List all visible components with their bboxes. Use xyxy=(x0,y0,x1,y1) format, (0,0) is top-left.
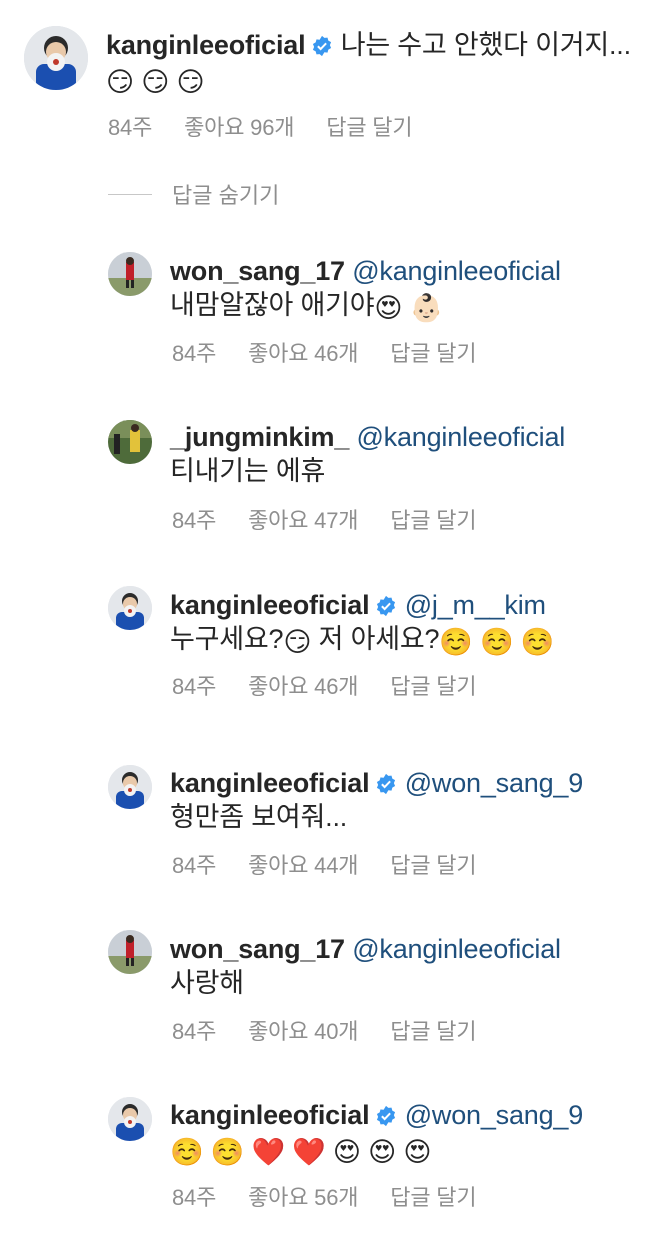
reply-button[interactable]: 답글 달기 xyxy=(390,1014,476,1046)
reply-button[interactable]: 답글 달기 xyxy=(390,669,476,701)
mention-link[interactable]: @j_m__kim xyxy=(405,590,546,620)
timestamp: 84주 xyxy=(108,115,153,140)
avatar[interactable] xyxy=(108,1097,152,1141)
verified-badge-icon xyxy=(313,35,332,57)
username[interactable]: kanginleeoficial xyxy=(170,590,370,620)
reply-button[interactable]: 답글 달기 xyxy=(390,336,476,368)
mention-link[interactable]: @won_sang_9 xyxy=(405,768,584,798)
avatar[interactable] xyxy=(108,930,152,974)
comment-text: 나는 수고 안했다 이거지... xyxy=(340,30,631,60)
verified-badge-icon xyxy=(377,595,396,617)
username[interactable]: kanginleeoficial xyxy=(170,1100,370,1130)
divider-line xyxy=(108,193,152,195)
avatar[interactable] xyxy=(24,26,88,90)
avatar[interactable] xyxy=(108,586,152,630)
avatar[interactable] xyxy=(108,420,152,464)
mention-link[interactable]: @won_sang_9 xyxy=(405,1100,584,1130)
reply-text: 형만좀 보여줘... xyxy=(170,802,348,832)
emoji: 😏 xyxy=(283,627,312,657)
reply-body: kanginleeoficial @won_sang_9 ☺️ ☺️ ❤️ ❤️… xyxy=(170,1098,640,1167)
timestamp: 84주 xyxy=(172,1019,217,1044)
reply-body: won_sang_17 @kanginleeoficial 내맘알잖아 애기야😍… xyxy=(170,254,640,323)
reply-text: 사랑해 xyxy=(170,968,244,998)
reply-body: _jungminkim_ @kanginleeoficial 티내기는 에휴 xyxy=(170,420,640,488)
emoji-group: ☺️ ☺️ ❤️ ❤️ 😍 😍 😍 xyxy=(170,1137,432,1167)
username[interactable]: _jungminkim_ xyxy=(170,422,349,452)
reply-button[interactable]: 답글 달기 xyxy=(326,110,412,142)
mention-link[interactable]: @kanginleeoficial xyxy=(356,422,565,452)
likes-count[interactable]: 좋아요 96개 xyxy=(184,110,294,142)
avatar[interactable] xyxy=(108,765,152,809)
hide-replies-label: 답글 숨기기 xyxy=(172,183,280,208)
timestamp: 84주 xyxy=(172,853,217,878)
mention-link[interactable]: @kanginleeoficial xyxy=(352,256,561,286)
reply-text: 누구세요? xyxy=(170,624,284,654)
timestamp: 84주 xyxy=(172,508,217,533)
likes-count[interactable]: 좋아요 56개 xyxy=(248,1180,358,1212)
reply-body: kanginleeoficial @j_m__kim 누구세요?😏 저 아세요?… xyxy=(170,588,640,657)
reply-meta: 84주 좋아요 40개 답글 달기 xyxy=(172,1014,477,1046)
verified-badge-icon xyxy=(377,773,396,795)
likes-count[interactable]: 좋아요 47개 xyxy=(248,503,358,535)
username[interactable]: kanginleeoficial xyxy=(106,30,306,60)
reply-text: 내맘알잖아 애기야 xyxy=(170,290,375,320)
reply-meta: 84주 좋아요 47개 답글 달기 xyxy=(172,503,477,535)
timestamp: 84주 xyxy=(172,341,217,366)
reply-meta: 84주 좋아요 44개 답글 달기 xyxy=(172,848,477,880)
reply-meta: 84주 좋아요 46개 답글 달기 xyxy=(172,669,477,701)
reply-meta: 84주 좋아요 56개 답글 달기 xyxy=(172,1180,477,1212)
username[interactable]: won_sang_17 xyxy=(170,934,345,964)
emoji-group: 😍 👶🏻 xyxy=(374,293,444,323)
avatar[interactable] xyxy=(108,252,152,296)
hide-replies-button[interactable]: 답글 숨기기 xyxy=(108,178,279,210)
emoji-group: 😏 😏 😏 xyxy=(106,67,205,97)
reply-text-2: 저 아세요? xyxy=(311,624,440,654)
username[interactable]: kanginleeoficial xyxy=(170,768,370,798)
likes-count[interactable]: 좋아요 44개 xyxy=(248,848,358,880)
reply-button[interactable]: 답글 달기 xyxy=(390,1180,476,1212)
likes-count[interactable]: 좋아요 46개 xyxy=(248,669,358,701)
timestamp: 84주 xyxy=(172,674,217,699)
emoji-group: ☺️ ☺️ ☺️ xyxy=(439,627,555,657)
reply-meta: 84주 좋아요 46개 답글 달기 xyxy=(172,336,477,368)
reply-button[interactable]: 답글 달기 xyxy=(390,848,476,880)
likes-count[interactable]: 좋아요 46개 xyxy=(248,336,358,368)
timestamp: 84주 xyxy=(172,1185,217,1210)
comment-meta: 84주 좋아요 96개 답글 달기 xyxy=(108,110,413,142)
username[interactable]: won_sang_17 xyxy=(170,256,345,286)
reply-button[interactable]: 답글 달기 xyxy=(390,503,476,535)
verified-badge-icon xyxy=(377,1105,396,1127)
reply-body: won_sang_17 @kanginleeoficial 사랑해 xyxy=(170,932,640,1000)
reply-text: 티내기는 에휴 xyxy=(170,456,326,486)
comment-body: kanginleeoficial 나는 수고 안했다 이거지... 😏 😏 😏 xyxy=(106,28,636,97)
reply-body: kanginleeoficial @won_sang_9 형만좀 보여줘... xyxy=(170,766,640,834)
mention-link[interactable]: @kanginleeoficial xyxy=(352,934,561,964)
likes-count[interactable]: 좋아요 40개 xyxy=(248,1014,358,1046)
